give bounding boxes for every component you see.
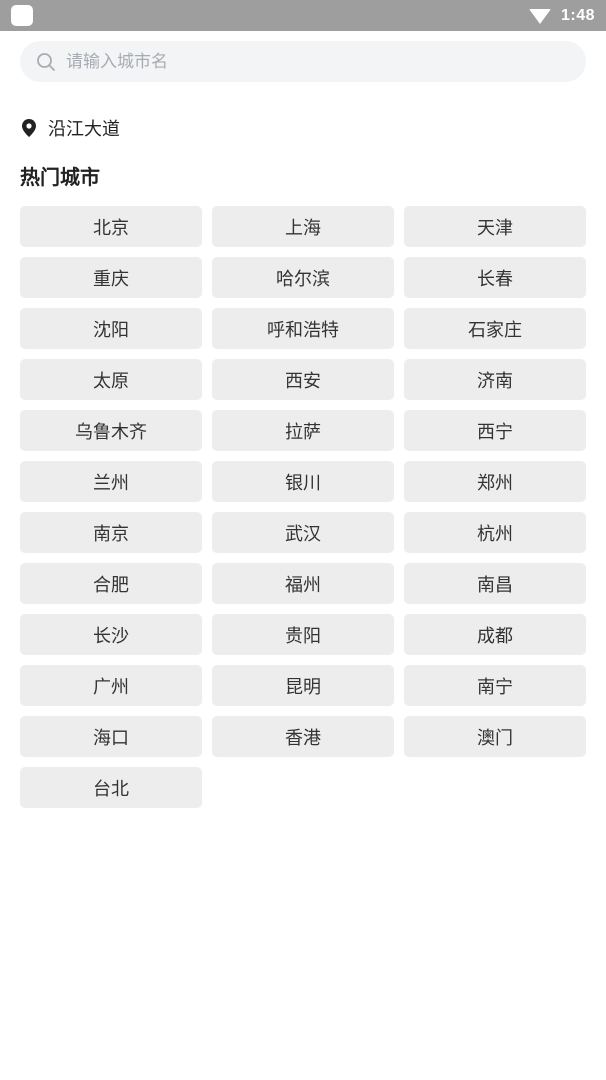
city-button[interactable]: 贵阳 — [212, 614, 394, 655]
city-button[interactable]: 西宁 — [404, 410, 586, 451]
city-button[interactable]: 台北 — [20, 767, 202, 808]
search-icon — [36, 52, 56, 72]
city-button[interactable]: 哈尔滨 — [212, 257, 394, 298]
city-button[interactable]: 西安 — [212, 359, 394, 400]
city-button[interactable]: 天津 — [404, 206, 586, 247]
city-button[interactable]: 海口 — [20, 716, 202, 757]
city-button[interactable]: 福州 — [212, 563, 394, 604]
city-button[interactable]: 南宁 — [404, 665, 586, 706]
city-button[interactable]: 呼和浩特 — [212, 308, 394, 349]
city-button[interactable]: 武汉 — [212, 512, 394, 553]
city-button[interactable]: 长春 — [404, 257, 586, 298]
city-button[interactable]: 成都 — [404, 614, 586, 655]
city-button[interactable]: 南京 — [20, 512, 202, 553]
city-button[interactable]: 沈阳 — [20, 308, 202, 349]
current-location[interactable]: 沿江大道 — [22, 115, 120, 141]
city-button[interactable]: 香港 — [212, 716, 394, 757]
city-button[interactable]: 杭州 — [404, 512, 586, 553]
city-button[interactable]: 郑州 — [404, 461, 586, 502]
city-button[interactable]: 石家庄 — [404, 308, 586, 349]
city-button[interactable]: 合肥 — [20, 563, 202, 604]
city-button[interactable]: 兰州 — [20, 461, 202, 502]
city-button[interactable]: 重庆 — [20, 257, 202, 298]
city-button[interactable]: 南昌 — [404, 563, 586, 604]
city-button[interactable]: 拉萨 — [212, 410, 394, 451]
city-button[interactable]: 太原 — [20, 359, 202, 400]
search-bar[interactable] — [20, 41, 586, 82]
city-button[interactable]: 澳门 — [404, 716, 586, 757]
city-button[interactable]: 济南 — [404, 359, 586, 400]
city-button[interactable]: 昆明 — [212, 665, 394, 706]
hot-cities-title: 热门城市 — [20, 165, 100, 189]
hot-cities-grid: 北京 上海 天津重庆 哈尔滨 长春沈阳 呼和浩特 石家庄太原 西安 济南乌鲁木齐 拉萨 西宁兰州 银川… — [20, 206, 586, 808]
app-icon — [11, 5, 33, 26]
status-bar: 1:48 — [0, 0, 606, 31]
city-button[interactable]: 银川 — [212, 461, 394, 502]
city-button[interactable]: 北京 — [20, 206, 202, 247]
city-button[interactable]: 广州 — [20, 665, 202, 706]
location-text: 沿江大道 — [48, 119, 120, 140]
pin-icon — [22, 119, 36, 137]
status-right-group: 1:48 — [528, 0, 595, 31]
city-button[interactable]: 上海 — [212, 206, 394, 247]
city-button[interactable]: 乌鲁木齐 — [20, 410, 202, 451]
search-input[interactable] — [66, 51, 546, 72]
wifi-icon — [528, 9, 551, 24]
status-time: 1:48 — [560, 6, 595, 24]
city-button[interactable]: 长沙 — [20, 614, 202, 655]
